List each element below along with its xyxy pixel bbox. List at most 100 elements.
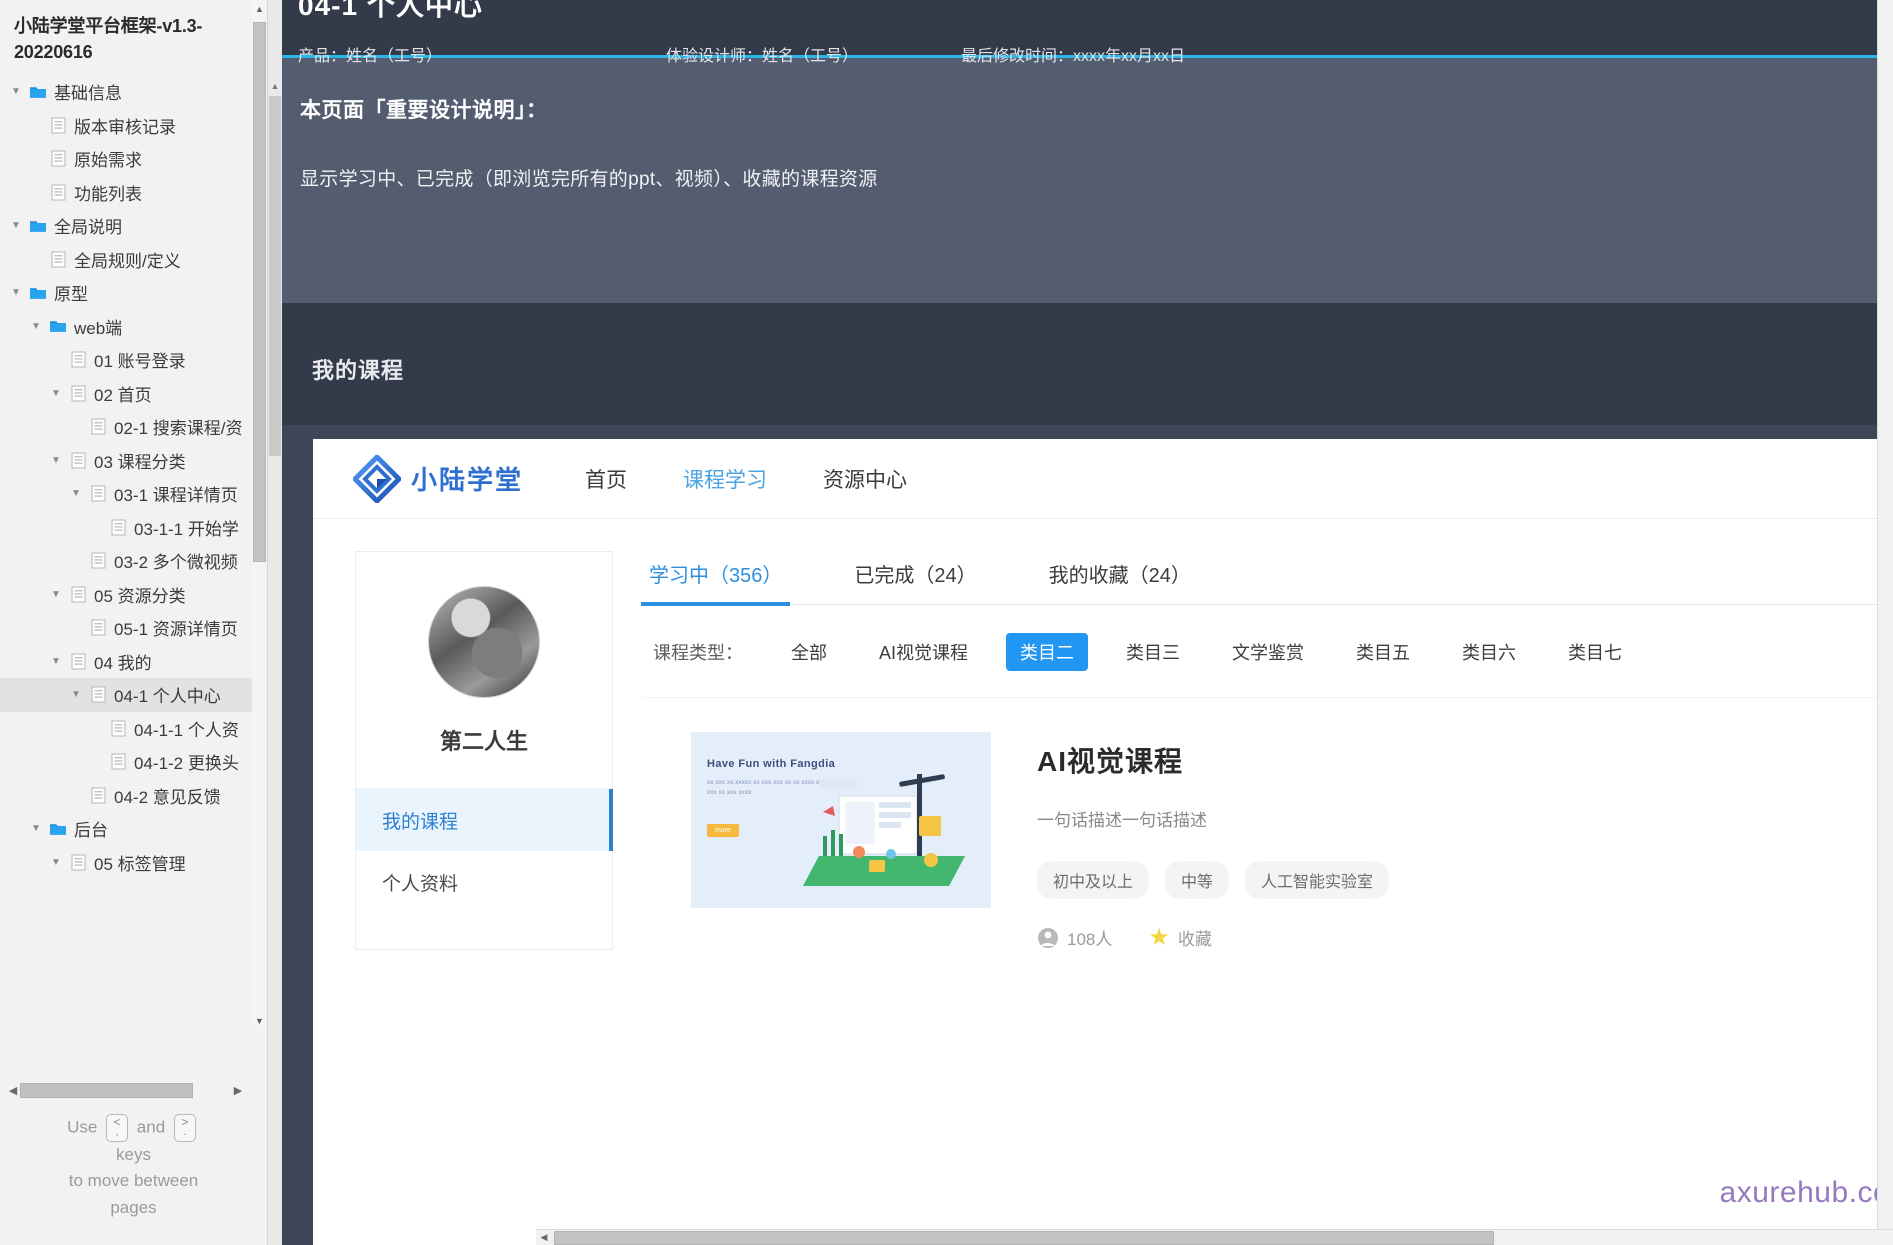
tree-caret-icon[interactable]: ▼: [46, 589, 66, 600]
avatar[interactable]: [428, 586, 540, 698]
profile-side-menu[interactable]: 我的课程个人资料: [356, 788, 612, 913]
page-tree-sidebar[interactable]: 小陆学堂平台框架-v1.3-20220616 ▼基础信息▼版本审核记录▼原始需求…: [0, 0, 268, 1245]
page-icon: [46, 117, 70, 134]
hscroll-track[interactable]: [20, 1083, 231, 1098]
filter-chip-6[interactable]: 类目六: [1448, 633, 1530, 671]
course-tab-2[interactable]: 我的收藏（24）: [1043, 551, 1197, 604]
tree-item-2[interactable]: ▼原始需求: [0, 142, 267, 176]
section-strip: 我的课程: [268, 303, 1893, 425]
tree-caret-icon[interactable]: ▼: [66, 689, 86, 700]
tree-caret-icon[interactable]: ▼: [26, 321, 46, 332]
course-tab-1[interactable]: 已完成（24）: [848, 551, 982, 604]
favorite-action[interactable]: ★ 收藏: [1148, 925, 1212, 950]
course-tabs[interactable]: 学习中（356） 已完成（24） 我的收藏（24）: [643, 551, 1893, 605]
main-hscroll-thumb[interactable]: [554, 1231, 1494, 1245]
tree-caret-icon[interactable]: ▼: [6, 86, 26, 97]
brand-logo[interactable]: 小陆学堂: [353, 455, 523, 503]
tree-caret-icon[interactable]: ▼: [66, 488, 86, 499]
profile-menu-item-0[interactable]: 我的课程: [356, 789, 612, 851]
tree-item-11[interactable]: ▼03 课程分类: [0, 444, 267, 478]
course-tab-0[interactable]: 学习中（356）: [643, 551, 788, 604]
scroll-up-arrow-icon[interactable]: ▲: [252, 0, 267, 17]
course-list[interactable]: Have Fun with Fangdia xx xxx xx xxxxx xx…: [643, 698, 1893, 950]
course-type-filter[interactable]: 课程类型： 全部AI视觉课程类目二类目三文学鉴赏类目五类目六类目七: [643, 605, 1893, 698]
design-notes-title: 本页面「重要设计说明」：: [300, 94, 1893, 124]
tree-item-10[interactable]: ▼02-1 搜索课程/资: [0, 410, 267, 444]
course-tag-0: 初中及以上: [1037, 861, 1149, 899]
tree-caret-icon[interactable]: ▼: [6, 220, 26, 231]
tree-item-6[interactable]: ▼原型: [0, 276, 267, 310]
tree-item-3[interactable]: ▼功能列表: [0, 176, 267, 210]
tree-item-19[interactable]: ▼04-1-1 个人资: [0, 712, 267, 746]
main-scroll-left-icon[interactable]: ◀: [536, 1232, 552, 1243]
tree-item-16[interactable]: ▼05-1 资源详情页: [0, 611, 267, 645]
scroll-down-arrow-icon[interactable]: ▼: [252, 1012, 267, 1029]
prototype-left-scroll-strip[interactable]: ▲: [268, 0, 282, 1245]
course-title: AI视觉课程: [1037, 740, 1405, 780]
tree-item-13[interactable]: ▼03-1-1 开始学: [0, 511, 267, 545]
tree-item-7[interactable]: ▼web端: [0, 310, 267, 344]
main-vertical-scrollbar[interactable]: [1877, 0, 1893, 1245]
tree-caret-icon[interactable]: ▼: [46, 857, 66, 868]
tree-item-label: 03-1 课程详情页: [110, 481, 238, 506]
tree-item-15[interactable]: ▼05 资源分类: [0, 578, 267, 612]
tree-item-17[interactable]: ▼ 04 我的: [0, 645, 267, 679]
tree-item-label: 全局规则/定义: [70, 247, 181, 272]
thumb-button[interactable]: more: [707, 824, 739, 837]
filter-chip-2[interactable]: 类目二: [1006, 633, 1088, 671]
hscroll-thumb[interactable]: [20, 1083, 193, 1098]
filter-chip-7[interactable]: 类目七: [1554, 633, 1636, 671]
page-title: 04-1 个人中心: [268, 0, 1893, 24]
tree-item-14[interactable]: ▼03-2 多个微视频: [0, 544, 267, 578]
tree-item-1[interactable]: ▼版本审核记录: [0, 109, 267, 143]
prototype-nav-list[interactable]: 首页 课程学习 资源中心: [585, 464, 963, 494]
sidebar-scroll-thumb[interactable]: [253, 22, 266, 562]
tree-caret-icon[interactable]: ▼: [6, 287, 26, 298]
page-icon: [66, 854, 90, 871]
prototype-nav-item-1[interactable]: 课程学习: [683, 464, 767, 494]
main-horizontal-scrollbar[interactable]: ◀: [536, 1229, 1893, 1245]
sidebar-horizontal-scrollbar[interactable]: ◀ ▶: [6, 1082, 245, 1099]
scroll-right-arrow-icon[interactable]: ▶: [231, 1084, 245, 1097]
course-description: 一句话描述一句话描述: [1037, 806, 1405, 831]
prototype-viewer-pane: 04-1 个人中心 产品：姓名（工号） 体验设计师：姓名（工号） 最后修改时间：…: [268, 0, 1893, 1245]
tree-caret-icon[interactable]: ▼: [46, 455, 66, 466]
tree-item-23[interactable]: ▼05 标签管理: [0, 846, 267, 880]
strip-up-arrow-icon[interactable]: ▲: [268, 78, 282, 94]
scroll-left-arrow-icon[interactable]: ◀: [6, 1084, 20, 1097]
tree-item-label: 02 首页: [90, 381, 152, 406]
tree-item-label: 04 我的: [90, 649, 152, 674]
prototype-nav-item-2[interactable]: 资源中心: [823, 464, 907, 494]
tree-item-20[interactable]: ▼04-1-2 更换头: [0, 745, 267, 779]
tree-item-label: 基础信息: [50, 79, 122, 104]
tree-caret-icon[interactable]: ▼: [26, 823, 46, 834]
tree-item-18[interactable]: ▼04-1 个人中心: [0, 678, 267, 712]
filter-chip-1[interactable]: AI视觉课程: [865, 633, 982, 671]
tree-item-8[interactable]: ▼01 账号登录: [0, 343, 267, 377]
tree-item-22[interactable]: ▼后台: [0, 812, 267, 846]
prototype-top-nav[interactable]: 小陆学堂 首页 课程学习 资源中心: [313, 439, 1893, 519]
filter-chip-3[interactable]: 类目三: [1112, 633, 1194, 671]
profile-menu-item-1[interactable]: 个人资料: [356, 851, 612, 913]
tree-caret-icon[interactable]: ▼: [46, 656, 66, 667]
sidebar-vertical-scrollbar[interactable]: ▲ ▼: [252, 0, 267, 1029]
watermark-en: axurehub.com: [1720, 1176, 1893, 1209]
tree-caret-icon[interactable]: ▼: [46, 388, 66, 399]
filter-chip-5[interactable]: 类目五: [1342, 633, 1424, 671]
tree-item-12[interactable]: ▼ 03-1 课程详情页: [0, 477, 267, 511]
tree-item-9[interactable]: ▼ 02 首页: [0, 377, 267, 411]
filter-chip-4[interactable]: 文学鉴赏: [1218, 633, 1318, 671]
prototype-frame[interactable]: 小陆学堂 首页课程学习资源中心 第二人生 我的课程个人资料 学习中（356）已完…: [313, 439, 1893, 1245]
page-tree[interactable]: ▼基础信息▼版本审核记录▼原始需求▼功能列表▼全局说明▼全局规则/定义▼原型▼w…: [0, 73, 267, 879]
tree-item-label: 05-1 资源详情页: [110, 615, 238, 640]
tree-item-0[interactable]: ▼ 基础信息: [0, 75, 267, 109]
filter-chip-0[interactable]: 全部: [777, 633, 841, 671]
course-thumbnail[interactable]: Have Fun with Fangdia xx xxx xx xxxxx xx…: [691, 732, 991, 908]
tree-item-4[interactable]: ▼全局说明: [0, 209, 267, 243]
strip-scroll-thumb[interactable]: [269, 96, 281, 456]
tree-item-5[interactable]: ▼全局规则/定义: [0, 243, 267, 277]
tree-item-21[interactable]: ▼04-2 意见反馈: [0, 779, 267, 813]
page-icon: [86, 619, 110, 636]
filter-chip-list[interactable]: 全部 AI视觉课程类目二类目三文学鉴赏类目五类目六类目七: [777, 633, 1660, 671]
prototype-nav-item-0[interactable]: 首页: [585, 464, 627, 494]
